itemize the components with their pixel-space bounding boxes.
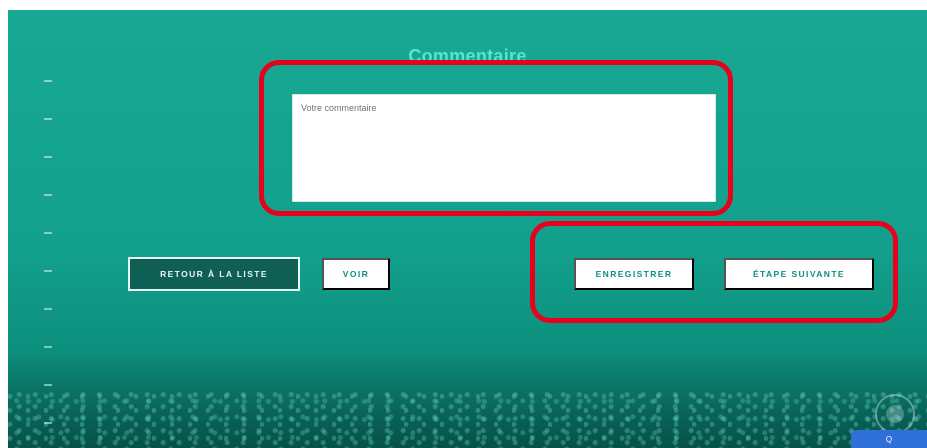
highlight-comment-area [259,60,733,216]
help-badge[interactable]: Q [851,430,927,448]
highlight-action-buttons [530,221,898,323]
back-to-list-button[interactable]: Retour à la liste [128,257,300,291]
side-scale-ticks [44,80,60,448]
chat-icon [886,405,904,423]
decorative-footer-texture [8,388,927,448]
chat-launcher[interactable] [875,394,915,434]
view-button[interactable]: Voir [322,258,390,290]
